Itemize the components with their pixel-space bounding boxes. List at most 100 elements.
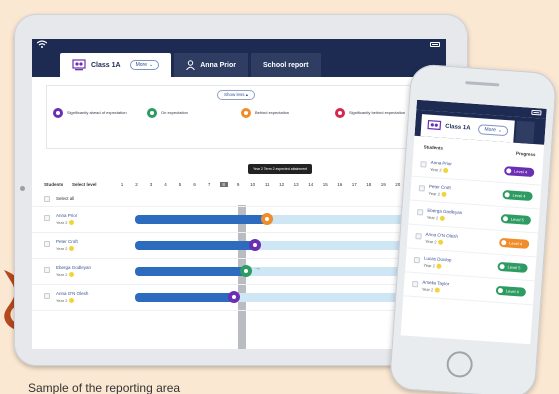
level-option[interactable]: 12 [278,182,286,187]
caption: Sample of the reporting area [28,381,181,394]
level-option[interactable]: 16 [336,182,344,187]
student-checkbox[interactable] [44,215,50,221]
student-checkbox[interactable] [44,267,50,273]
battery-icon [531,109,542,116]
student-checkbox[interactable] [420,161,427,168]
class-icon [427,119,442,131]
student-row[interactable]: Anna O'N Olesh Year 2 [32,285,446,311]
show-less-button[interactable]: Show less ▴ [217,90,256,100]
student-name[interactable]: Anna Prior [56,213,77,218]
tab-school-report[interactable]: School report [250,53,321,77]
phone-more-button[interactable]: More ⌄ [478,124,509,137]
level-option[interactable]: 14 [307,182,315,187]
student-year: Year 2 [425,239,444,245]
top-nav: Class 1A More ⌄ Anna Prior School report [32,50,446,77]
level-option[interactable]: 7 [205,182,213,187]
phone-tab-label: Class 1A [444,123,471,132]
legend: Significantly ahead of expectation On ex… [53,108,425,118]
status-marker-icon[interactable] [228,291,240,303]
more-button-label: More [135,62,147,68]
level-badge[interactable]: Level 4 [495,285,527,297]
show-less-label: Show less [224,92,245,97]
smiley-icon [436,263,443,269]
level-badge[interactable]: Level 4 [502,189,533,202]
student-row[interactable]: Peter Croft Year 2 [32,233,446,259]
level-option[interactable]: 3 [147,182,155,187]
level-badge-label: Level 5 [507,264,521,271]
level-badge[interactable]: Level 5 [500,213,532,226]
level-option[interactable]: 19 [379,182,387,187]
student-name[interactable]: Anna O'N Olesh [425,232,458,239]
smiley-icon [69,272,75,277]
level-badge[interactable]: Level 4 [498,237,530,249]
smiley-icon [435,287,441,293]
student-name[interactable]: Eberga Godleyan [56,265,91,270]
select-all-checkbox[interactable] [44,195,50,202]
level-option[interactable]: 2 [133,182,141,187]
level-option[interactable]: 9 [234,182,242,187]
student-year: Year 2 [56,298,75,303]
grid-header: Students Select level 1 2 3 4 5 6 7 8 9 10 11 12 13 1… [32,177,446,191]
student-year-label: Year 2 [56,272,68,277]
badge-dot-icon [504,192,510,198]
tab-class[interactable]: Class 1A More ⌄ [60,53,172,77]
student-name[interactable]: Peter Croft [56,239,78,244]
student-row[interactable]: Anna Prior Year 2 [32,207,446,233]
level-option[interactable]: 18 [365,182,373,187]
level-option[interactable]: 15 [321,182,329,187]
student-name[interactable]: Anna Prior [431,160,453,166]
student-year-label: Year 2 [423,262,436,269]
legend-item-on: On expectation [147,108,237,118]
more-button[interactable]: More ⌄ [129,60,160,70]
student-checkbox[interactable] [44,293,50,299]
wifi-icon [37,40,47,48]
level-option[interactable]: 1 [118,182,126,187]
student-checkbox[interactable] [416,209,424,216]
progress-bar [135,293,234,302]
student-year-label: Year 2 [56,246,68,251]
level-badge[interactable]: Level 4 [503,166,535,178]
level-badge-label: Level 4 [514,168,528,175]
home-button[interactable] [445,350,474,379]
student-checkbox[interactable] [44,241,50,247]
student-row[interactable]: Eberga Godleyan Year 2 → [32,259,446,285]
level-option[interactable]: 8 [219,181,228,187]
legend-panel: Show less ▴ Significantly ahead of expec… [46,85,432,149]
legend-label: Significantly behind expectation [349,110,406,115]
status-marker-icon[interactable] [261,213,273,225]
tab-school-report-label: School report [262,61,309,69]
badge-dot-icon [497,287,504,294]
level-option[interactable]: 11 [263,182,271,187]
student-checkbox[interactable] [415,233,422,240]
phone-speaker [465,81,500,87]
level-option[interactable]: 5 [176,182,184,187]
student-year: Year 2 [430,167,449,174]
status-marker-icon[interactable] [249,239,261,251]
tab-student[interactable]: Anna Prior [174,53,248,77]
level-option[interactable]: 4 [162,182,170,187]
student-checkbox[interactable] [411,280,419,288]
student-year: Year 2 [56,220,75,225]
level-option[interactable]: 10 [249,182,257,187]
student-name[interactable]: Lucas Dunlop [424,256,452,263]
battery-icon [430,42,440,47]
student-checkbox[interactable] [413,256,421,264]
student-name[interactable]: Eberga Godleyan [427,208,462,215]
student-name[interactable]: Peter Croft [429,184,451,191]
person-icon [186,60,196,70]
level-badge-label: Level 4 [509,240,523,247]
student-name[interactable]: Anna O'N Olesh [56,291,88,296]
level-badge[interactable]: Level 5 [497,261,528,273]
level-option[interactable]: 13 [292,182,300,187]
progress-bar [135,267,246,276]
student-checkbox[interactable] [418,185,426,192]
phone-tab-student[interactable] [515,120,535,144]
level-option[interactable]: 17 [350,182,358,187]
level-badge-label: Level 5 [510,216,524,223]
student-year: Year 2 [428,191,448,198]
level-option[interactable]: 20 [394,182,402,187]
student-name[interactable]: Amelia Taylor [422,280,449,287]
progress-bar [135,241,255,250]
status-marker-icon[interactable] [240,265,252,277]
level-option[interactable]: 6 [191,182,199,187]
